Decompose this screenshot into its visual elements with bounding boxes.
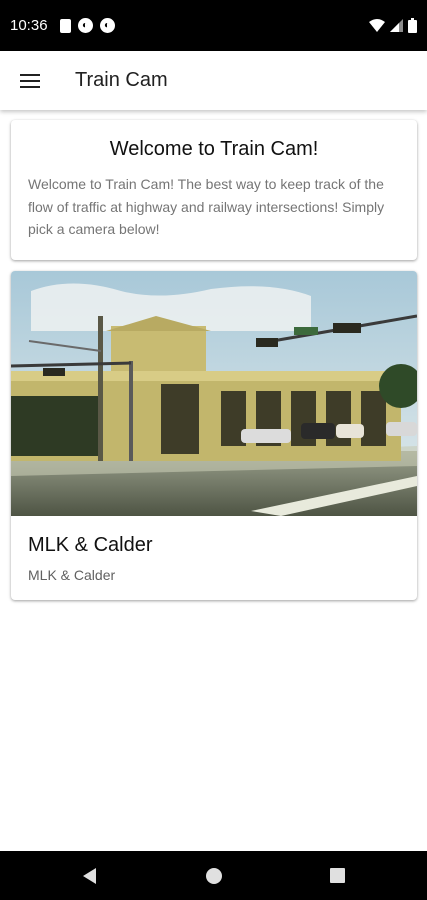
status-time: 10:36 bbox=[10, 17, 48, 34]
main-content[interactable]: Welcome to Train Cam! Welcome to Train C… bbox=[0, 110, 427, 851]
notification-app-icon: ◐ bbox=[77, 18, 93, 33]
welcome-title: Welcome to Train Cam! bbox=[109, 138, 319, 160]
app-bar: Train Cam bbox=[0, 51, 427, 110]
cellular-signal-icon bbox=[390, 19, 403, 32]
back-icon[interactable] bbox=[83, 868, 96, 884]
notification-app-icon: ◐ bbox=[99, 18, 115, 33]
welcome-card: Welcome to Train Cam! Welcome to Train C… bbox=[11, 120, 417, 260]
status-notification-icons: ◐ ◐ bbox=[59, 18, 115, 33]
battery-icon bbox=[408, 18, 417, 33]
home-icon[interactable] bbox=[206, 868, 222, 884]
wifi-icon bbox=[369, 19, 385, 32]
system-navigation-bar bbox=[0, 851, 427, 900]
app-title: Train Cam bbox=[75, 69, 168, 91]
camera-subtitle: MLK & Calder bbox=[28, 567, 116, 583]
welcome-description: Welcome to Train Cam! The best way to ke… bbox=[28, 176, 385, 237]
camera-title: MLK & Calder bbox=[28, 534, 153, 556]
intersection-photo bbox=[11, 271, 417, 516]
recents-icon[interactable] bbox=[330, 868, 345, 883]
camera-card[interactable]: MLK & Calder MLK & Calder bbox=[11, 271, 417, 600]
sd-card-icon bbox=[59, 18, 71, 33]
status-system-icons bbox=[369, 18, 417, 33]
status-bar: 10:36 ◐ ◐ bbox=[0, 0, 427, 51]
hamburger-menu-icon[interactable] bbox=[20, 72, 42, 90]
